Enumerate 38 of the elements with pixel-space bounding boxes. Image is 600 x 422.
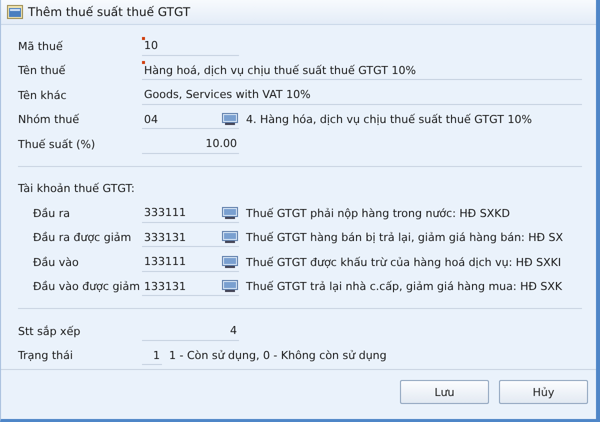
input-field[interactable]: 333131: [142, 228, 239, 248]
input-field[interactable]: Hàng hoá, dịch vụ chịu thuế suất thuế GTGT 10%: [142, 61, 582, 80]
account-description: Thuế GTGT hàng bán bị trả lại, giảm giá hàng bán: HĐ SX: [246, 231, 564, 244]
input-field[interactable]: 133131: [142, 277, 239, 296]
input-field[interactable]: 133111: [142, 252, 239, 272]
window-icon: [7, 5, 23, 19]
lookup-icon[interactable]: [222, 280, 238, 292]
group-description: 4. Hàng hóa, dịch vụ chịu thuế suất thuế GTGT 10%: [246, 113, 532, 126]
field-label: Mã thuế: [18, 40, 64, 53]
lookup-icon[interactable]: [222, 231, 238, 244]
account-label: Đầu ra được giảm: [32, 231, 132, 244]
field-label: Tên thuế: [18, 64, 66, 78]
field-label: Tên khác: [18, 88, 68, 102]
save-button[interactable]: Lưu: [400, 380, 489, 404]
input-field[interactable]: 10.00: [142, 134, 239, 154]
account-label: Đầu ra: [32, 206, 71, 220]
input-field[interactable]: 333111: [142, 204, 239, 223]
account-label: Đầu vào được giảm: [32, 280, 141, 294]
account-description: Thuế GTGT phải nộp hàng trong nước: HĐ SXKD: [246, 206, 510, 220]
lookup-icon[interactable]: [222, 113, 238, 126]
field-label: Stt sắp xếp: [18, 324, 82, 338]
window-title: Thêm thuế suất thuế GTGT: [28, 5, 190, 19]
input-field[interactable]: 1: [142, 346, 162, 366]
section-heading: Tài khoản thuế GTGT:: [18, 182, 136, 196]
field-label: Thuế suất (%): [18, 138, 96, 151]
account-description: Thuế GTGT trả lại nhà c.cấp, giảm giá hàng mua: HĐ SXK: [246, 280, 562, 294]
lookup-icon[interactable]: [222, 256, 238, 268]
input-field[interactable]: 10: [142, 36, 239, 56]
input-field[interactable]: 04: [142, 110, 239, 130]
status-hint: 1 - Còn sử dụng, 0 - Không còn sử dụng: [169, 349, 387, 362]
input-field[interactable]: Goods, Services with VAT 10%: [142, 86, 582, 105]
field-label: Nhóm thuế: [18, 113, 80, 126]
cancel-button[interactable]: Hủy: [499, 380, 588, 404]
field-label: Trạng thái: [18, 349, 74, 362]
lookup-icon[interactable]: [222, 206, 238, 219]
account-label: Đầu vào: [32, 256, 80, 269]
input-field[interactable]: 4: [142, 322, 239, 341]
account-description: Thuế GTGT được khấu trừ của hàng hoá dịch vụ: HĐ SXKI: [246, 256, 562, 269]
